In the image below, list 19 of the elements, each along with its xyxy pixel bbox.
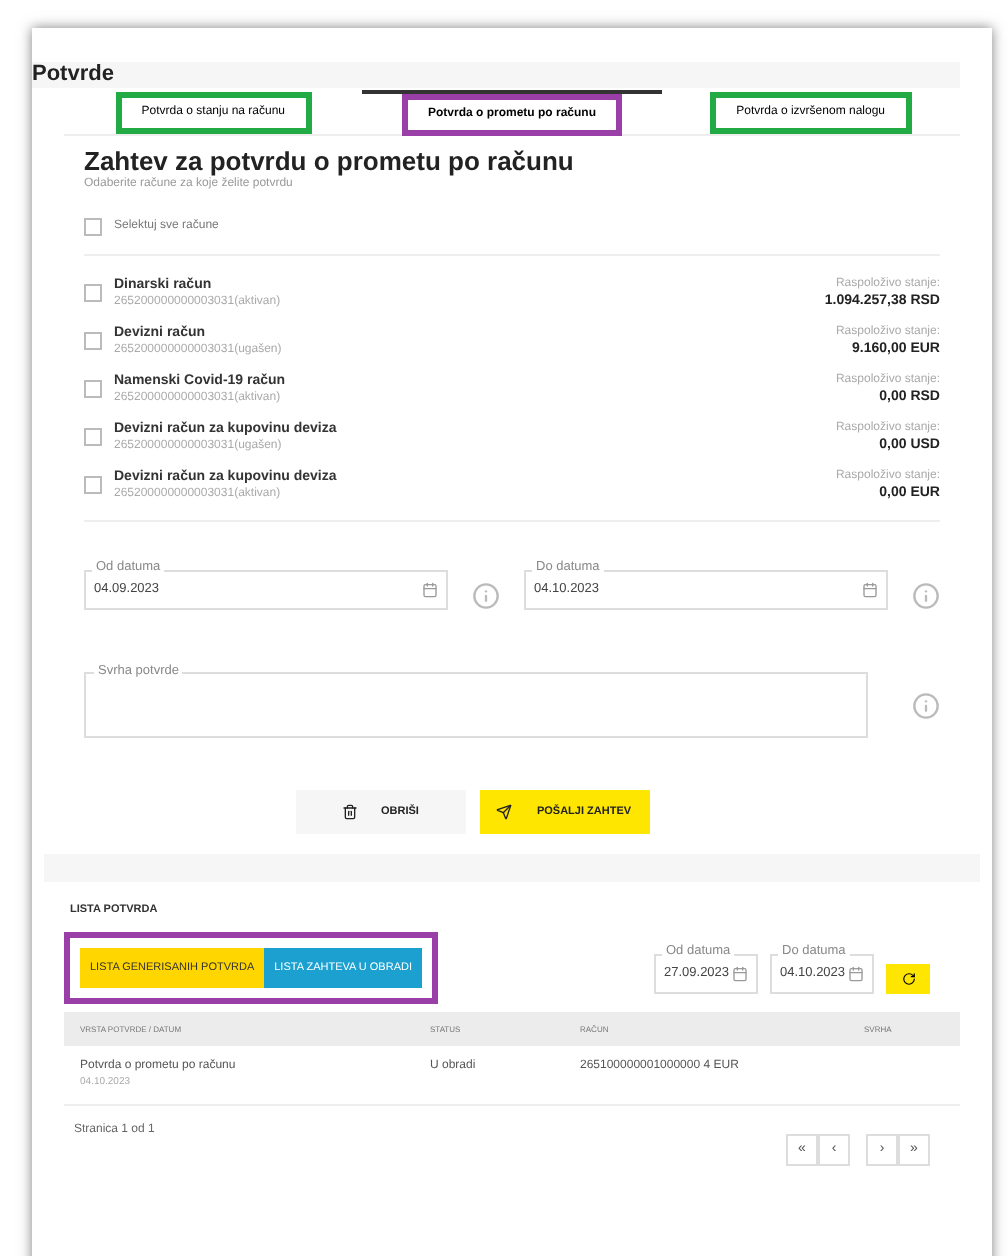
trash-icon (341, 804, 358, 820)
calendar-icon[interactable] (422, 582, 438, 598)
calendar-icon[interactable] (732, 965, 748, 982)
calendar-icon[interactable] (848, 965, 864, 982)
info-icon[interactable] (912, 691, 940, 719)
checkbox[interactable] (84, 427, 102, 445)
calendar-icon[interactable] (862, 582, 878, 598)
info-icon[interactable] (472, 582, 500, 610)
refresh-icon (901, 971, 915, 986)
info-icon[interactable] (912, 582, 940, 610)
checkbox[interactable] (84, 379, 102, 397)
checkbox[interactable] (84, 218, 102, 236)
page-title: Potvrde (32, 62, 960, 88)
send-icon (496, 804, 513, 820)
form-heading: Zahtev za potvrdu o prometu po računu (84, 146, 576, 176)
checkbox[interactable] (84, 331, 102, 349)
checkbox[interactable] (84, 283, 102, 301)
refresh-button[interactable] (886, 963, 930, 994)
checkbox[interactable] (84, 475, 102, 493)
